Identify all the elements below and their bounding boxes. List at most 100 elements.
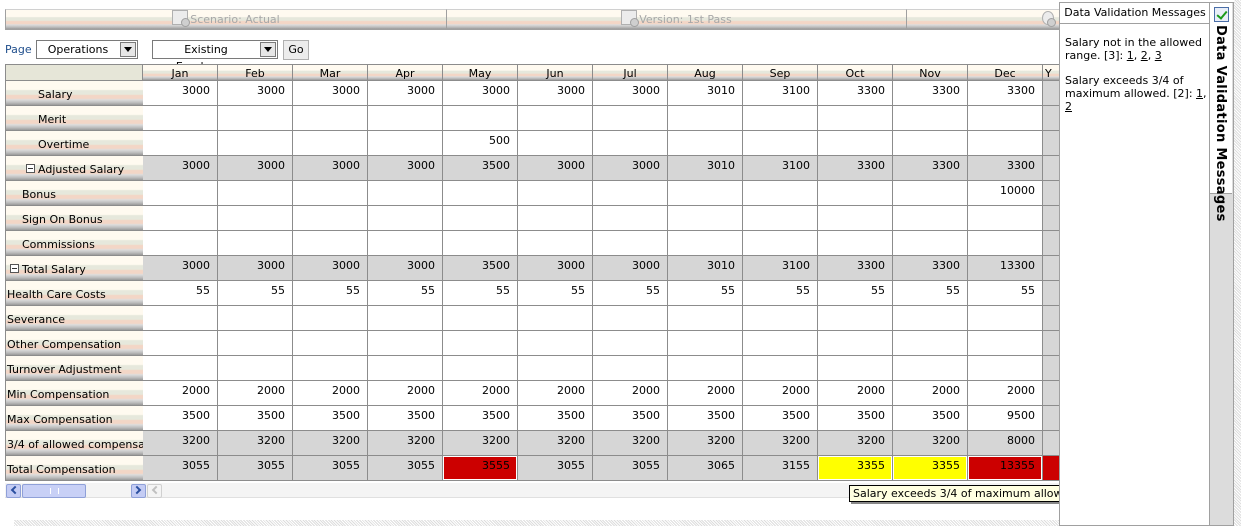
data-cell[interactable]: 3000 bbox=[218, 156, 293, 181]
column-header-dec[interactable]: Dec bbox=[968, 64, 1043, 81]
data-cell[interactable] bbox=[518, 206, 593, 231]
data-cell[interactable] bbox=[743, 131, 818, 156]
data-cell[interactable]: 3100 bbox=[743, 256, 818, 281]
data-cell[interactable]: 3055 bbox=[518, 456, 593, 481]
validation-link[interactable]: 2 bbox=[1065, 100, 1072, 113]
data-cell[interactable] bbox=[593, 131, 668, 156]
data-cell[interactable]: 55 bbox=[218, 281, 293, 306]
data-cell[interactable]: 2000 bbox=[293, 381, 368, 406]
data-cell[interactable] bbox=[443, 306, 518, 331]
data-cell[interactable] bbox=[143, 106, 218, 131]
data-cell[interactable] bbox=[668, 106, 743, 131]
data-cell[interactable] bbox=[968, 356, 1043, 381]
validation-link[interactable]: 3 bbox=[1155, 49, 1162, 62]
data-cell[interactable]: 3500 bbox=[818, 406, 893, 431]
validation-link[interactable]: 1 bbox=[1127, 49, 1134, 62]
data-cell[interactable]: 55 bbox=[443, 281, 518, 306]
data-cell[interactable]: 3200 bbox=[443, 431, 518, 456]
data-cell[interactable] bbox=[593, 106, 668, 131]
data-cell[interactable]: 3555 bbox=[443, 456, 518, 481]
data-cell[interactable]: 13300 bbox=[968, 256, 1043, 281]
data-cell[interactable] bbox=[368, 231, 443, 256]
data-cell[interactable]: 3500 bbox=[743, 406, 818, 431]
data-cell[interactable] bbox=[143, 231, 218, 256]
data-cell[interactable]: 2000 bbox=[518, 381, 593, 406]
data-cell[interactable]: 3000 bbox=[143, 256, 218, 281]
data-cell[interactable] bbox=[518, 231, 593, 256]
data-cell[interactable]: 3010 bbox=[668, 156, 743, 181]
data-cell[interactable]: 3300 bbox=[968, 156, 1043, 181]
partial-cell[interactable] bbox=[1043, 281, 1060, 306]
data-cell[interactable]: 9500 bbox=[968, 406, 1043, 431]
collapse-icon[interactable] bbox=[10, 264, 19, 273]
data-cell[interactable] bbox=[818, 356, 893, 381]
chevron-down-icon[interactable] bbox=[120, 42, 136, 57]
data-cell[interactable]: 8000 bbox=[968, 431, 1043, 456]
data-cell[interactable] bbox=[368, 106, 443, 131]
data-cell[interactable]: 3200 bbox=[668, 431, 743, 456]
data-cell[interactable]: 2000 bbox=[368, 381, 443, 406]
data-cell[interactable] bbox=[218, 131, 293, 156]
partial-cell[interactable] bbox=[1043, 106, 1060, 131]
data-cell[interactable]: 3000 bbox=[593, 256, 668, 281]
collapse-icon[interactable] bbox=[26, 164, 35, 173]
partial-cell[interactable] bbox=[1043, 231, 1060, 256]
data-cell[interactable] bbox=[818, 206, 893, 231]
data-cell[interactable] bbox=[443, 106, 518, 131]
data-cell[interactable]: 3000 bbox=[368, 81, 443, 106]
validation-link[interactable]: 2 bbox=[1141, 49, 1148, 62]
data-cell[interactable]: 3055 bbox=[293, 456, 368, 481]
data-cell[interactable]: 3355 bbox=[818, 456, 893, 481]
data-cell[interactable]: 3000 bbox=[218, 256, 293, 281]
data-cell[interactable] bbox=[593, 331, 668, 356]
go-button[interactable]: Go bbox=[283, 40, 309, 60]
data-cell[interactable] bbox=[293, 206, 368, 231]
partial-cell[interactable] bbox=[1043, 331, 1060, 356]
partial-cell[interactable] bbox=[1043, 156, 1060, 181]
data-cell[interactable]: 55 bbox=[968, 281, 1043, 306]
data-cell[interactable] bbox=[293, 306, 368, 331]
data-cell[interactable] bbox=[518, 181, 593, 206]
column-header-apr[interactable]: Apr bbox=[368, 64, 443, 81]
data-cell[interactable] bbox=[143, 131, 218, 156]
data-cell[interactable]: 3000 bbox=[518, 256, 593, 281]
data-cell[interactable]: 3100 bbox=[743, 81, 818, 106]
partial-cell[interactable] bbox=[1043, 406, 1060, 431]
data-cell[interactable]: 3000 bbox=[293, 81, 368, 106]
column-header-aug[interactable]: Aug bbox=[668, 64, 743, 81]
data-cell[interactable]: 3000 bbox=[368, 256, 443, 281]
data-cell[interactable]: 3055 bbox=[218, 456, 293, 481]
data-cell[interactable]: 3055 bbox=[593, 456, 668, 481]
data-cell[interactable]: 3010 bbox=[668, 256, 743, 281]
data-cell[interactable] bbox=[518, 131, 593, 156]
data-cell[interactable]: 3100 bbox=[743, 156, 818, 181]
data-cell[interactable] bbox=[218, 306, 293, 331]
data-cell[interactable] bbox=[218, 331, 293, 356]
data-cell[interactable] bbox=[968, 306, 1043, 331]
page-dropdown-entity[interactable]: Operations bbox=[36, 40, 138, 59]
data-cell[interactable]: 3200 bbox=[218, 431, 293, 456]
scroll-left-button[interactable] bbox=[6, 484, 21, 498]
validation-link[interactable]: 1 bbox=[1196, 87, 1203, 100]
column-header-oct[interactable]: Oct bbox=[818, 64, 893, 81]
data-cell[interactable] bbox=[143, 306, 218, 331]
data-cell[interactable]: 3500 bbox=[518, 406, 593, 431]
data-cell[interactable]: 3000 bbox=[443, 81, 518, 106]
data-cell[interactable] bbox=[443, 231, 518, 256]
data-cell[interactable]: 2000 bbox=[818, 381, 893, 406]
data-cell[interactable]: 2000 bbox=[443, 381, 518, 406]
data-cell[interactable]: 3000 bbox=[518, 156, 593, 181]
data-cell[interactable]: 3000 bbox=[218, 81, 293, 106]
data-cell[interactable] bbox=[443, 206, 518, 231]
data-cell[interactable] bbox=[668, 331, 743, 356]
data-cell[interactable] bbox=[593, 231, 668, 256]
data-cell[interactable] bbox=[968, 206, 1043, 231]
column-header-jun[interactable]: Jun bbox=[518, 64, 593, 81]
data-cell[interactable] bbox=[968, 231, 1043, 256]
data-cell[interactable] bbox=[893, 231, 968, 256]
data-cell[interactable]: 3300 bbox=[893, 81, 968, 106]
data-cell[interactable]: 3500 bbox=[293, 406, 368, 431]
data-cell[interactable] bbox=[368, 206, 443, 231]
data-cell[interactable] bbox=[143, 181, 218, 206]
data-cell[interactable] bbox=[743, 356, 818, 381]
